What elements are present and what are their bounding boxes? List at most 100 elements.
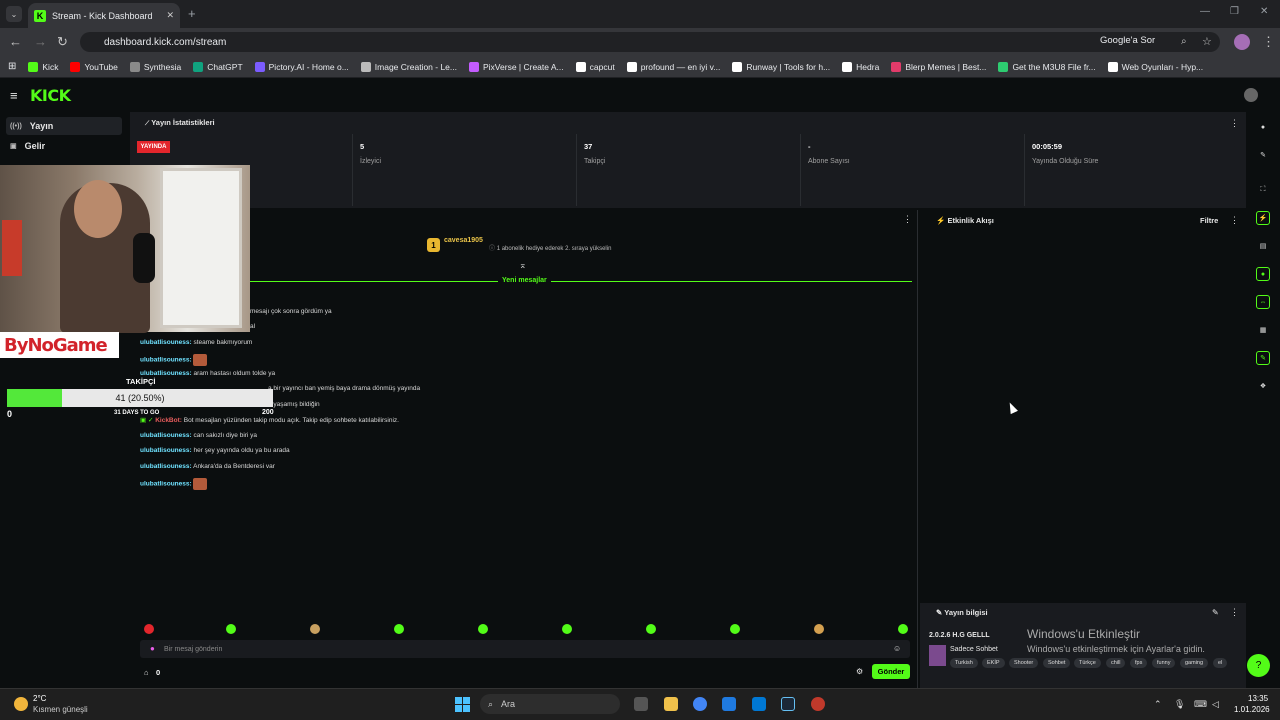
activity-icon[interactable]: ⚡ (1256, 211, 1270, 225)
user-avatar[interactable] (1244, 88, 1258, 102)
obs-icon[interactable] (811, 697, 825, 711)
bookmark-item[interactable]: Pictory.AI - Home o... (254, 61, 349, 72)
stream-tag[interactable]: el (1213, 658, 1228, 668)
sidebar-item-gelir[interactable]: ▣ Gelir (6, 137, 122, 155)
bookmark-item[interactable]: Runway | Tools for h... (732, 61, 830, 72)
chat-username[interactable]: ulubatlisouness: (140, 432, 192, 439)
stream-tag[interactable]: EKİP (982, 658, 1005, 668)
quick-emote-icon[interactable] (562, 624, 572, 634)
windows-start-icon[interactable] (455, 697, 470, 712)
chrome-menu-icon[interactable]: ⋮ (1262, 34, 1275, 50)
chat-username[interactable]: ulubatlisouness: (140, 481, 192, 488)
task-view-icon[interactable] (634, 697, 648, 711)
google-ask-button[interactable]: Google'a Sor (1100, 35, 1155, 46)
quick-emote-icon[interactable] (646, 624, 656, 634)
quick-emote-icon[interactable] (226, 624, 236, 634)
bookmark-item[interactable]: Web Oyunları - Hyp... (1107, 61, 1203, 72)
store-icon[interactable] (752, 697, 766, 711)
bookmark-item[interactable]: capcut (575, 61, 615, 72)
chat-username[interactable]: ulubatlisouness: (140, 339, 192, 346)
feed-menu-icon[interactable]: ⋮ (1230, 215, 1239, 226)
quick-emote-icon[interactable] (310, 624, 320, 634)
quick-emote-icon[interactable] (478, 624, 488, 634)
chat-settings-icon[interactable]: ⚙ (856, 667, 863, 676)
zoom-icon[interactable]: ⌕ (1181, 36, 1187, 47)
browser-tab[interactable]: K Stream - Kick Dashboard ✕ (28, 3, 180, 28)
quick-emote-icon[interactable] (814, 624, 824, 634)
bookmark-item[interactable]: Kick (28, 61, 58, 72)
stream-tag[interactable]: Türkçe (1074, 658, 1101, 668)
bookmark-item[interactable]: Synthesia (129, 61, 181, 72)
wrench-icon[interactable]: ✎ (1256, 351, 1270, 365)
network-icon[interactable]: ⌨ (1194, 699, 1207, 710)
weather-icon[interactable] (14, 697, 28, 711)
weather-temp[interactable]: 2°C (33, 694, 46, 703)
bookmark-star-icon[interactable]: ☆ (1202, 35, 1212, 48)
bookmark-item[interactable]: PixVerse | Create A... (469, 61, 564, 72)
tray-chevron-icon[interactable]: ⌃ (1154, 699, 1162, 710)
reload-icon[interactable]: ↻ (57, 34, 68, 50)
quick-emote-icon[interactable] (730, 624, 740, 634)
stream-tag[interactable]: fps (1130, 658, 1148, 668)
new-tab-button[interactable]: + (188, 6, 196, 21)
info-menu-icon[interactable]: ⋮ (1230, 607, 1239, 618)
chrome-icon[interactable] (693, 697, 707, 711)
mic-icon[interactable]: ● (150, 644, 155, 653)
emoji-icon[interactable]: ☺ (893, 644, 901, 653)
kick-logo[interactable]: KICK (30, 86, 71, 105)
stream-tag[interactable]: Turkish (950, 658, 978, 668)
bookmark-item[interactable]: Hedra (842, 61, 879, 72)
tab-list-button[interactable]: ⌄ (6, 6, 22, 22)
apps-icon[interactable]: ❖ (1256, 379, 1270, 393)
back-icon[interactable]: ← (9, 34, 22, 49)
minimize-icon[interactable]: — (1200, 6, 1210, 17)
pinned-username[interactable]: cavesa1905 (444, 237, 483, 244)
chat-icon[interactable]: ● (1256, 267, 1270, 281)
fullscreen-icon[interactable]: ⛶ (1256, 183, 1270, 197)
chat-message-input[interactable]: Bir mesaj gönderin (140, 640, 910, 658)
chat-username[interactable]: ulubatlisouness: (140, 463, 192, 470)
stream-tag[interactable]: gaming (1180, 658, 1209, 668)
url-input[interactable]: dashboard.kick.com/stream (80, 32, 1220, 52)
bookmark-item[interactable]: Get the M3U8 File fr... (998, 61, 1096, 72)
pencil-icon[interactable]: ✎ (1256, 148, 1270, 162)
volume-icon[interactable]: ◁ (1212, 699, 1219, 710)
edit-icon[interactable]: ✎ (1212, 608, 1219, 617)
steam-icon[interactable] (781, 697, 795, 711)
clock-time[interactable]: 13:35 (1248, 694, 1268, 703)
stats-menu-icon[interactable]: ⋮ (1230, 118, 1239, 129)
document-icon[interactable]: ▤ (1256, 239, 1270, 253)
bookmark-item[interactable]: YouTube (70, 61, 118, 72)
chat-menu-icon[interactable]: ⋮ (903, 214, 912, 225)
file-explorer-icon[interactable] (664, 697, 678, 711)
bookmark-item[interactable]: Blerp Memes | Best... (891, 61, 986, 72)
bookmark-item[interactable]: ChatGPT (193, 61, 243, 72)
filter-button[interactable]: Filtre (1200, 216, 1218, 225)
clock-date[interactable]: 1.01.2026 (1234, 705, 1270, 714)
taskbar-search[interactable]: ⌕ Ara (480, 694, 620, 714)
printer-icon[interactable]: ▦ (1256, 323, 1270, 337)
weather-desc[interactable]: Kısmen güneşli (33, 705, 88, 714)
profile-avatar[interactable] (1234, 34, 1250, 50)
sidebar-item-yayin[interactable]: ((•)) Yayın (6, 117, 122, 135)
bookmark-item[interactable]: profound — en iyi v... (626, 61, 720, 72)
forward-icon[interactable]: → (34, 34, 47, 49)
outlook-icon[interactable] (722, 697, 736, 711)
send-button[interactable]: Gönder (872, 664, 910, 679)
info-icon[interactable]: ● (1256, 120, 1270, 134)
broadcast-icon[interactable]: ⇔ (1256, 295, 1270, 309)
chat-username[interactable]: ulubatlisouness: (140, 447, 192, 454)
quick-emote-icon[interactable] (144, 624, 154, 634)
stream-tag[interactable]: Shooter (1009, 658, 1039, 668)
maximize-icon[interactable]: ❐ (1230, 6, 1239, 17)
chat-username[interactable]: ulubatlisouness: (140, 357, 192, 364)
close-window-icon[interactable]: ✕ (1260, 6, 1268, 17)
stream-tag[interactable]: funny (1152, 658, 1176, 668)
collapse-icon[interactable]: ⌅ (519, 260, 527, 271)
help-chat-icon[interactable]: ? (1247, 654, 1270, 677)
stream-tag[interactable]: chill (1106, 658, 1126, 668)
hamburger-menu-icon[interactable]: ≡ (10, 88, 18, 103)
apps-icon[interactable]: ⊞ (8, 61, 16, 72)
chat-username[interactable]: KickBot: (155, 417, 182, 424)
bookmark-item[interactable]: Image Creation - Le... (360, 61, 457, 72)
